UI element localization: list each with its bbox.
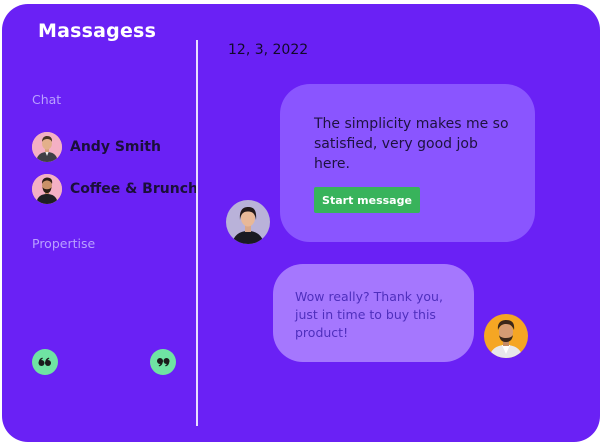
contact-name: Andy Smith (70, 139, 161, 155)
quote-open-button[interactable] (32, 349, 58, 375)
man-avatar (484, 314, 528, 358)
conversation-date: 12, 3, 2022 (228, 42, 309, 58)
start-message-button[interactable]: Start message (314, 187, 420, 213)
message-bubble-received: The simplicity makes me so satisfied, ve… (280, 84, 535, 242)
sidebar-divider (196, 40, 198, 426)
quote-open-icon (38, 357, 51, 366)
man-avatar (32, 132, 62, 162)
propertise-section-label: Propertise (32, 236, 96, 251)
chat-app-window: Massagess Chat Andy Smith Coffee & Brunc… (2, 4, 600, 442)
app-title: Massagess (38, 20, 157, 42)
chat-section-label: Chat (32, 92, 62, 107)
contact-name: Coffee & Brunch (70, 181, 198, 197)
quote-close-icon (157, 358, 170, 367)
message-text: The simplicity makes me so satisfied, ve… (314, 116, 509, 172)
man-beard-avatar (32, 174, 62, 204)
contact-coffee-brunch[interactable]: Coffee & Brunch (32, 174, 198, 204)
message-text: Wow really? Thank you, just in time to b… (295, 289, 443, 340)
message-bubble-sent: Wow really? Thank you, just in time to b… (273, 264, 474, 362)
woman-avatar (226, 200, 270, 244)
contact-andy-smith[interactable]: Andy Smith (32, 132, 161, 162)
quote-close-button[interactable] (150, 349, 176, 375)
